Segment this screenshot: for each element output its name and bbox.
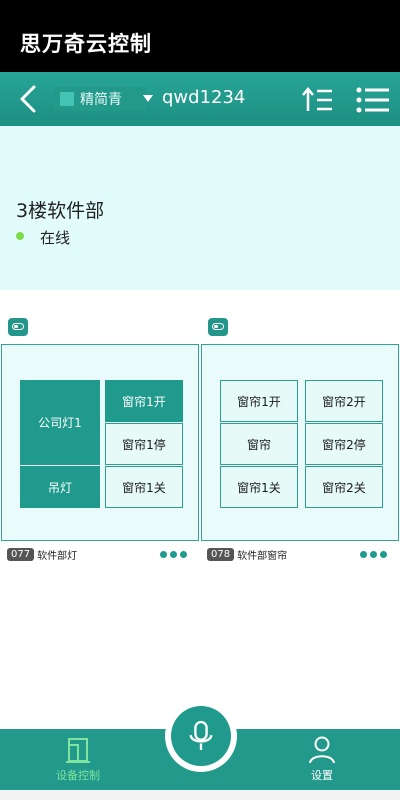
house-name: 精简青	[80, 92, 122, 108]
curtain-button[interactable]: 窗帘	[220, 423, 298, 465]
device-card-lights: 公司灯1 吊灯 窗帘1开 窗帘1停 窗帘1关	[1, 344, 199, 541]
online-status-text: 在线	[40, 229, 71, 247]
curtain1-close-button[interactable]: 窗帘1关	[220, 466, 298, 508]
account-name: qwd1234	[162, 87, 246, 108]
sort-icon[interactable]	[302, 86, 334, 114]
system-nav-bar	[0, 790, 400, 800]
company-light-button[interactable]: 公司灯1	[20, 380, 100, 465]
curtain2-close-button[interactable]: 窗帘2关	[305, 466, 383, 508]
device-label: 软件部窗帘	[237, 550, 288, 562]
room-name: 3楼软件部	[16, 200, 105, 222]
more-options-icon[interactable]	[160, 551, 187, 558]
card-toggle-icon[interactable]	[8, 318, 28, 336]
online-status-dot	[16, 232, 24, 240]
house-selector[interactable]: 精简青	[54, 87, 146, 111]
device-card-curtains: 窗帘1开 窗帘 窗帘1关 窗帘2开 窗帘2停 窗帘2关	[201, 344, 399, 541]
dropdown-caret-icon[interactable]	[143, 95, 153, 102]
app-header: 思万奇云控制	[0, 8, 400, 72]
curtain1-stop-button[interactable]: 窗帘1停	[105, 423, 183, 465]
device-number-badge: 078	[207, 547, 235, 561]
pendant-light-button[interactable]: 吊灯	[20, 466, 100, 508]
menu-list-icon[interactable]	[356, 86, 390, 114]
microphone-icon	[189, 720, 213, 750]
card-footer: 077 软件部灯	[7, 546, 77, 562]
room-info-panel: 3楼软件部 在线	[0, 126, 400, 290]
back-arrow-icon[interactable]	[14, 84, 44, 114]
device-number-badge: 077	[7, 547, 35, 561]
user-icon	[307, 735, 337, 765]
curtain1-open-button[interactable]: 窗帘1开	[105, 380, 183, 422]
card-footer: 078 软件部窗帘	[207, 546, 287, 562]
card-toggle-icon[interactable]	[208, 318, 228, 336]
nav-device-control[interactable]: 设备控制	[38, 733, 118, 785]
more-options-icon[interactable]	[360, 551, 387, 558]
nav-settings-label: 设置	[311, 769, 333, 782]
curtain1-close-button[interactable]: 窗帘1关	[105, 466, 183, 508]
voice-button[interactable]	[171, 706, 231, 766]
curtain1-open-button[interactable]: 窗帘1开	[220, 380, 298, 422]
curtain2-open-button[interactable]: 窗帘2开	[305, 380, 383, 422]
device-control-icon	[63, 735, 93, 765]
toolbar: 精简青 qwd1234	[0, 72, 400, 126]
device-label: 软件部灯	[37, 550, 78, 562]
app-title: 思万奇云控制	[20, 32, 152, 56]
curtain2-stop-button[interactable]: 窗帘2停	[305, 423, 383, 465]
house-color-swatch	[60, 92, 74, 106]
nav-device-control-label: 设备控制	[56, 769, 100, 782]
status-bar	[0, 0, 400, 8]
nav-settings[interactable]: 设置	[282, 733, 362, 785]
